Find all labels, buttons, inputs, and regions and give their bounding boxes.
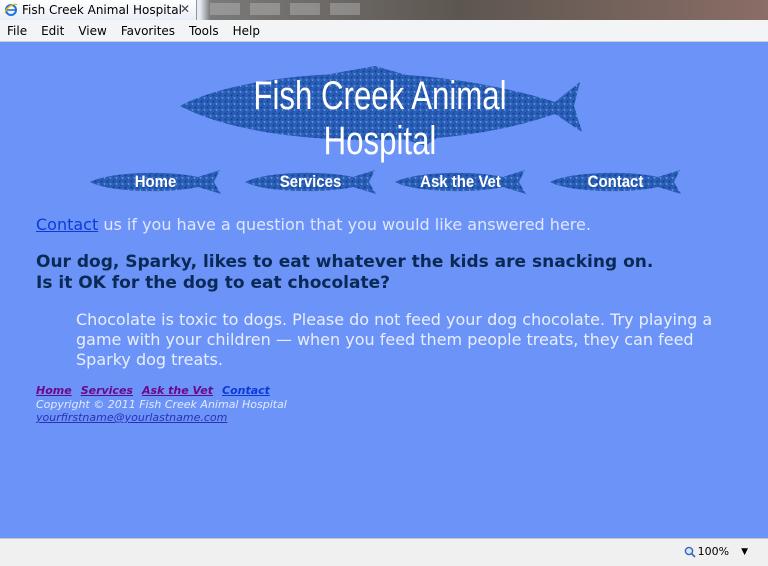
nav-home[interactable]: Home: [88, 168, 223, 196]
tab-title: Fish Creek Animal Hospital: [22, 3, 182, 17]
nav-services-label: Services: [279, 172, 342, 191]
site-banner: Fish Creek Animal Hospital: [170, 64, 590, 163]
footer-link-contact[interactable]: Contact: [222, 384, 270, 397]
nav-ask-the-vet[interactable]: Ask the Vet: [393, 168, 528, 196]
question-line-2: Is it OK for the dog to eat chocolate?: [36, 273, 390, 293]
question-line-1: Our dog, Sparky, likes to eat whatever t…: [36, 252, 654, 272]
site-title: Fish Creek Animal Hospital: [253, 74, 507, 163]
browser-title-bar: Fish Creek Animal Hospital ✕: [0, 0, 768, 20]
zoom-magnifier-icon: [684, 546, 696, 558]
copyright: Copyright © 2011 Fish Creek Animal Hospi…: [36, 397, 287, 411]
zoom-level: 100%: [697, 545, 730, 558]
menu-edit[interactable]: Edit: [34, 24, 71, 38]
menu-view[interactable]: View: [71, 24, 113, 38]
nav-contact-label: Contact: [587, 172, 644, 191]
blurred-toolbar-area: [210, 3, 370, 15]
footer-link-ask-the-vet[interactable]: Ask the Vet: [142, 384, 213, 397]
nav-ask-the-vet-label: Ask the Vet: [420, 172, 501, 191]
footer-link-services[interactable]: Services: [81, 384, 133, 397]
close-tab-icon[interactable]: ✕: [180, 2, 190, 16]
menu-favorites[interactable]: Favorites: [114, 24, 182, 38]
footer-link-home[interactable]: Home: [36, 384, 72, 397]
menu-bar: File Edit View Favorites Tools Help: [0, 20, 768, 42]
zoom-control[interactable]: 100% ▼: [684, 545, 748, 558]
footer-nav: Home Services Ask the Vet Contact: [36, 384, 536, 398]
nav-home-label: Home: [134, 172, 177, 191]
internet-explorer-icon: [4, 3, 18, 17]
page-footer: Home Services Ask the Vet Contact Copyright…: [36, 384, 536, 425]
contact-link[interactable]: Contact: [36, 215, 98, 234]
vet-question: Our dog, Sparky, likes to eat whatever t…: [36, 252, 736, 294]
vet-answer: Chocolate is toxic to dogs. Please do no…: [76, 310, 713, 369]
browser-tab[interactable]: Fish Creek Animal Hospital ✕: [0, 0, 197, 20]
web-page: Fish Creek Animal Hospital Home Services…: [0, 42, 768, 538]
menu-file[interactable]: File: [0, 24, 34, 38]
site-nav: Home Services Ask the Vet Contact: [88, 168, 688, 196]
menu-tools[interactable]: Tools: [182, 24, 226, 38]
nav-contact[interactable]: Contact: [548, 168, 683, 196]
email-link[interactable]: yourfirstname@yourlastname.com: [36, 411, 227, 424]
menu-help[interactable]: Help: [226, 24, 267, 38]
status-bar: 100% ▼: [0, 538, 768, 566]
nav-services[interactable]: Services: [243, 168, 378, 196]
intro-text-rest: us if you have a question that you would…: [98, 215, 591, 234]
zoom-dropdown-arrow-icon[interactable]: ▼: [741, 547, 748, 557]
intro-text: Contact us if you have a question that y…: [36, 215, 736, 234]
